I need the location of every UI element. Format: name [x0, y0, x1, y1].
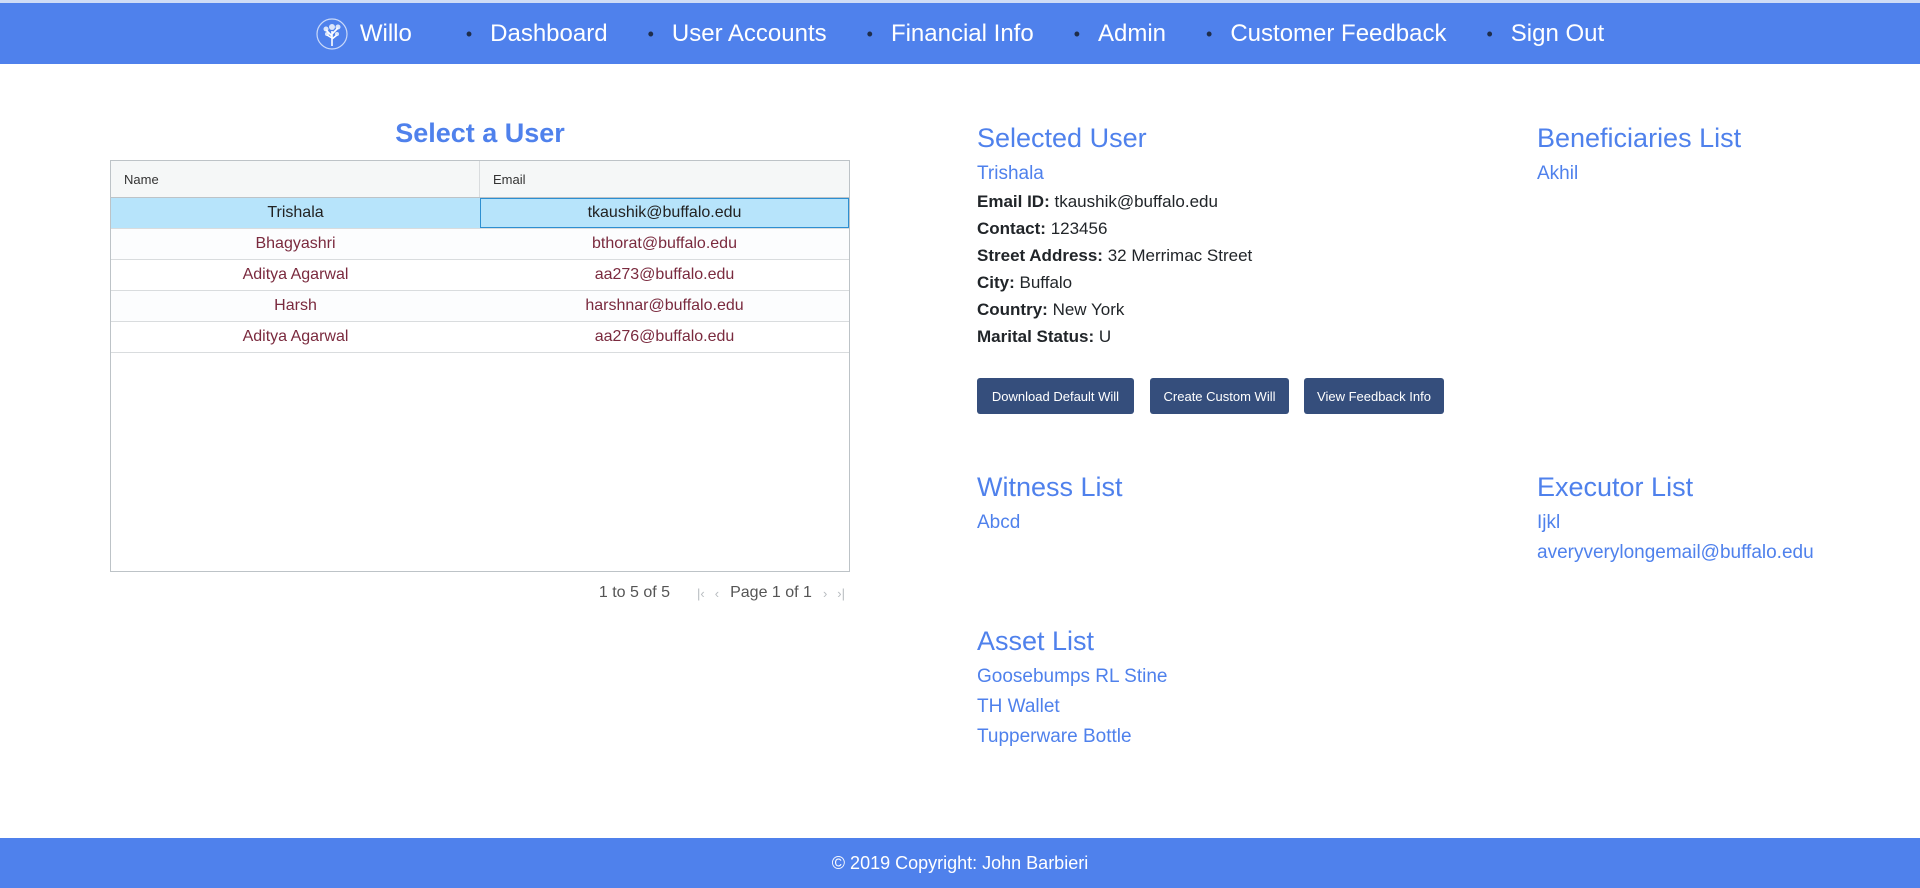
bullet-icon: •: [647, 23, 654, 44]
next-page-icon[interactable]: ›: [823, 586, 827, 601]
detail-street-address: Street Address: 32 Merrimac Street: [977, 246, 1252, 266]
detail-label: Street Address:: [977, 246, 1103, 265]
cell-name[interactable]: Trishala: [111, 198, 480, 228]
detail-label: City:: [977, 273, 1015, 292]
detail-marital-status: Marital Status: U: [977, 327, 1111, 347]
cell-email[interactable]: bthorat@buffalo.edu: [480, 229, 849, 259]
top-navbar: Willo • Dashboard • User Accounts • Financi…: [0, 0, 1920, 64]
witness-heading: Witness List: [977, 472, 1123, 502]
table-row[interactable]: Harsh harshnar@buffalo.edu: [111, 291, 849, 322]
detail-contact: Contact: 123456: [977, 219, 1107, 239]
detail-label: Country:: [977, 300, 1048, 319]
view-feedback-info-button[interactable]: View Feedback Info: [1304, 378, 1444, 414]
pager-page-label: Page 1 of 1: [730, 584, 812, 601]
nav-list: Willo • Dashboard • User Accounts • Financi…: [316, 17, 1604, 50]
nav-item-label: Dashboard: [490, 19, 608, 47]
detail-city: City: Buffalo: [977, 273, 1072, 293]
nav-item-customer-feedback[interactable]: • Customer Feedback: [1206, 20, 1446, 48]
bullet-icon: •: [1073, 23, 1080, 44]
cell-email[interactable]: tkaushik@buffalo.edu: [480, 198, 849, 228]
brand-link[interactable]: Willo: [316, 17, 412, 50]
detail-value: 123456: [1050, 219, 1108, 238]
asset-heading: Asset List: [977, 626, 1095, 656]
detail-value: New York: [1052, 300, 1125, 319]
table-row[interactable]: Bhagyashri bthorat@buffalo.edu: [111, 229, 849, 260]
table-row[interactable]: Trishala tkaushik@buffalo.edu: [111, 198, 849, 229]
cell-email[interactable]: aa276@buffalo.edu: [480, 322, 849, 352]
detail-value: tkaushik@buffalo.edu: [1054, 192, 1218, 211]
table-row[interactable]: Aditya Agarwal aa273@buffalo.edu: [111, 260, 849, 291]
bullet-icon: •: [465, 23, 473, 44]
cell-name[interactable]: Harsh: [111, 291, 480, 321]
first-page-icon[interactable]: |‹: [697, 586, 705, 601]
footer: © 2019 Copyright: John Barbieri: [0, 838, 1920, 888]
tree-icon: [316, 17, 348, 50]
selected-user-name[interactable]: Trishala: [977, 163, 1044, 185]
footer-copyright: © 2019 Copyright: John Barbieri: [831, 852, 1089, 873]
nav-item-label: Customer Feedback: [1230, 19, 1447, 47]
prev-page-icon[interactable]: ‹: [715, 586, 719, 601]
beneficiaries-heading: Beneficiaries List: [1537, 123, 1742, 153]
last-page-icon[interactable]: ›|: [837, 586, 845, 601]
column-header-email[interactable]: Email: [480, 161, 849, 197]
detail-value: 32 Merrimac Street: [1107, 246, 1253, 265]
create-custom-will-button[interactable]: Create Custom Will: [1150, 378, 1289, 414]
select-user-title: Select a User: [395, 118, 565, 148]
nav-item-financial-info[interactable]: • Financial Info: [867, 20, 1034, 48]
nav-item-label: Admin: [1098, 19, 1167, 47]
cell-email[interactable]: harshnar@buffalo.edu: [480, 291, 849, 321]
table-row[interactable]: Aditya Agarwal aa276@buffalo.edu: [111, 322, 849, 353]
detail-email: Email ID: tkaushik@buffalo.edu: [977, 192, 1218, 212]
detail-label: Contact:: [977, 219, 1046, 238]
nav-item-label: Financial Info: [890, 19, 1034, 47]
grid-header: Name Email: [111, 161, 849, 198]
user-grid: Name Email Trishala tkaushik@buffalo.edu…: [110, 160, 850, 572]
executor-heading: Executor List: [1537, 472, 1694, 502]
nav-item-label: Sign Out: [1510, 19, 1605, 47]
cell-name[interactable]: Aditya Agarwal: [111, 322, 480, 352]
asset-item[interactable]: Tupperware Bottle: [977, 726, 1132, 748]
nav-item-user-accounts[interactable]: • User Accounts: [648, 20, 827, 48]
bullet-icon: •: [1206, 23, 1213, 44]
executor-item[interactable]: averyverylongemail@buffalo.edu: [1537, 542, 1814, 564]
detail-label: Email ID:: [977, 192, 1050, 211]
cell-name[interactable]: Aditya Agarwal: [111, 260, 480, 290]
nav-item-admin[interactable]: • Admin: [1074, 20, 1166, 48]
asset-item[interactable]: Goosebumps RL Stine: [977, 666, 1167, 688]
grid-pager: 1 to 5 of 5 |‹ ‹ Page 1 of 1 › ›|: [110, 580, 850, 606]
beneficiary-item[interactable]: Akhil: [1537, 163, 1578, 185]
cell-name[interactable]: Bhagyashri: [111, 229, 480, 259]
detail-value: Buffalo: [1019, 273, 1073, 292]
detail-country: Country: New York: [977, 300, 1124, 320]
bullet-icon: •: [1486, 23, 1493, 44]
asset-item[interactable]: TH Wallet: [977, 696, 1060, 718]
cell-email[interactable]: aa273@buffalo.edu: [480, 260, 849, 290]
witness-item[interactable]: Abcd: [977, 512, 1020, 534]
nav-item-label: User Accounts: [671, 19, 827, 47]
detail-label: Marital Status:: [977, 327, 1095, 346]
nav-item-dashboard[interactable]: • Dashboard: [466, 20, 608, 48]
selected-user-heading: Selected User: [977, 123, 1147, 153]
brand-label: Willo: [359, 19, 412, 47]
executor-item[interactable]: Ijkl: [1537, 512, 1560, 534]
column-header-name[interactable]: Name: [111, 161, 480, 197]
detail-value: U: [1098, 327, 1112, 346]
nav-item-sign-out[interactable]: • Sign Out: [1486, 20, 1604, 48]
pager-summary: 1 to 5 of 5: [598, 584, 671, 601]
bullet-icon: •: [866, 23, 873, 44]
download-default-will-button[interactable]: Download Default Will: [977, 378, 1134, 414]
